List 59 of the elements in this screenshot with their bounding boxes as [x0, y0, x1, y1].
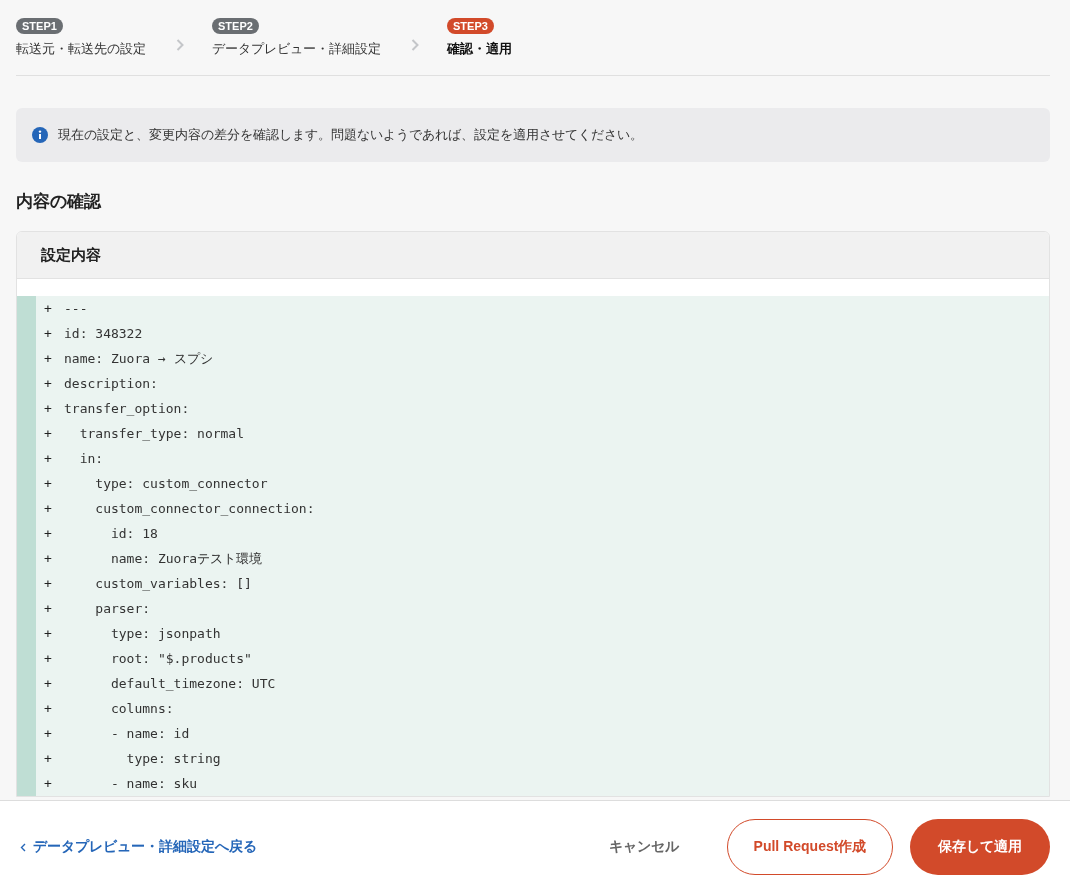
diff-marker: +: [44, 501, 53, 516]
pull-request-button[interactable]: Pull Request作成: [727, 819, 893, 875]
code-text: - name: id: [109, 726, 190, 741]
code-text: transfer_option:: [64, 401, 190, 416]
diff-marker: +: [44, 676, 53, 691]
code-text: name: Zuoraテスト環境: [109, 549, 263, 568]
diff-gutter: [17, 771, 36, 796]
step-label: データプレビュー・詳細設定: [212, 40, 381, 58]
code-text: type: custom_connector: [94, 476, 268, 491]
code-text: id: 18: [109, 526, 158, 541]
code-text: type: string: [125, 751, 221, 766]
code-text: name: Zuora → スプシ: [64, 349, 213, 368]
code-text: description:: [64, 376, 158, 391]
info-icon: [32, 127, 48, 143]
diff-marker: +: [44, 301, 53, 316]
save-button[interactable]: 保存して適用: [910, 819, 1050, 875]
back-link[interactable]: データプレビュー・詳細設定へ戻る: [20, 838, 257, 856]
code-text: id: 348322: [64, 326, 143, 341]
diff-marker: +: [44, 401, 53, 416]
diff-marker: +: [44, 551, 53, 566]
step-label: 確認・適用: [447, 40, 512, 58]
diff-marker: +: [44, 451, 53, 466]
diff-marker: +: [44, 601, 53, 616]
code-text: ---: [64, 301, 88, 316]
section-title: 内容の確認: [16, 191, 103, 213]
code-text: transfer_type: normal: [78, 426, 244, 441]
diff-marker: +: [44, 351, 53, 366]
diff-marker: +: [44, 751, 53, 766]
step-badge: STEP1: [16, 18, 63, 34]
code-text: root: "$.products": [109, 651, 252, 666]
diff-marker: +: [44, 776, 53, 791]
chevron-left-icon: [20, 842, 26, 852]
diff-marker: +: [44, 626, 53, 641]
diff-marker: +: [44, 701, 53, 716]
diff-marker: +: [44, 376, 53, 391]
code-text: custom_variables: []: [94, 576, 252, 591]
code-text: default_timezone: UTC: [109, 676, 276, 691]
code-text: - name: sku: [109, 776, 198, 791]
code-text: type: jsonpath: [109, 626, 221, 641]
info-text: 現在の設定と、変更内容の差分を確認します。問題ないようであれば、設定を適用させてください。: [58, 126, 643, 144]
code-text: columns:: [109, 701, 174, 716]
diff-marker: +: [44, 726, 53, 741]
cancel-button[interactable]: キャンセル: [599, 838, 689, 856]
diff-marker: +: [44, 651, 53, 666]
step-label: 転送元・転送先の設定: [16, 40, 146, 58]
step-badge: STEP2: [212, 18, 259, 34]
diff-gutter: [17, 296, 36, 321]
card-title: 設定内容: [41, 245, 101, 265]
code-text: in:: [78, 451, 104, 466]
diff-marker: +: [44, 426, 53, 441]
diff-marker: +: [44, 576, 53, 591]
chevron-right-icon: [176, 39, 184, 51]
chevron-right-icon: [411, 39, 419, 51]
step-badge: STEP3: [447, 18, 494, 34]
code-text: parser:: [94, 601, 151, 616]
diff-marker: +: [44, 526, 53, 541]
diff-marker: +: [44, 326, 53, 341]
diff-marker: +: [44, 476, 53, 491]
code-text: custom_connector_connection:: [94, 501, 315, 516]
